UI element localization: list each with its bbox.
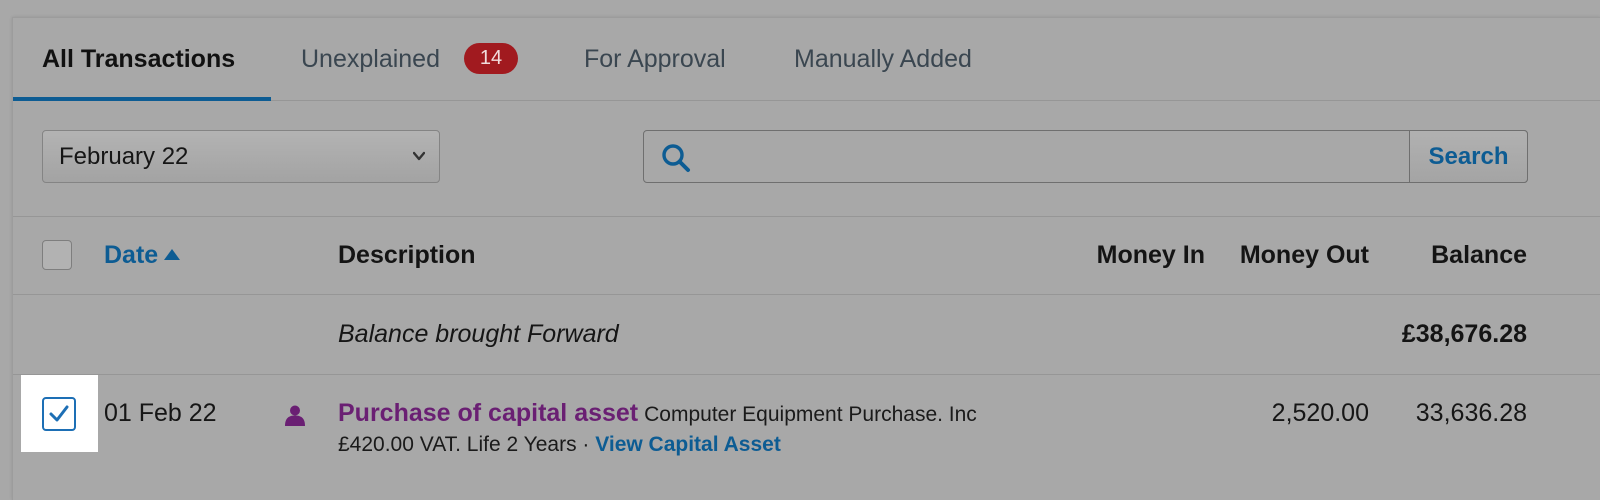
- person-icon: [285, 405, 305, 426]
- search-icon: [662, 144, 690, 172]
- date-column-header[interactable]: Date: [104, 217, 181, 294]
- tab-label: Manually Added: [794, 45, 972, 73]
- sort-ascending-icon: [164, 249, 181, 260]
- date-column-label: Date: [104, 241, 159, 269]
- table-row: 01 Feb 22 Purchase of capital asset Compu…: [13, 375, 1600, 500]
- balance-value: 33,636.28: [1415, 399, 1527, 427]
- tab-label: All Transactions: [42, 45, 236, 73]
- tab-bar: All Transactions Unexplained 14 For Appro…: [13, 18, 1600, 101]
- tab-manually-added[interactable]: Manually Added: [794, 18, 972, 100]
- search-button[interactable]: Search: [1409, 130, 1528, 183]
- table-row-balance-forward: Balance brought Forward £38,676.28: [13, 295, 1600, 375]
- balance-forward-label: Balance brought Forward: [338, 320, 619, 348]
- tab-label: For Approval: [584, 45, 726, 73]
- vat-and-life-text: £420.00 VAT. Life 2 Years ·: [338, 433, 596, 456]
- search-input[interactable]: [704, 137, 1408, 177]
- row-checkbox[interactable]: [42, 397, 76, 431]
- transaction-subline: £420.00 VAT. Life 2 Years · View Capital…: [338, 433, 781, 457]
- month-select[interactable]: February 22: [42, 130, 440, 183]
- money-out-column-header: Money Out: [1239, 241, 1369, 269]
- money-in-column-header: Money In: [1096, 241, 1205, 269]
- row-checkbox-highlight: [21, 375, 98, 452]
- checkmark-icon: [49, 405, 69, 422]
- tab-all-transactions[interactable]: All Transactions: [42, 18, 235, 100]
- filter-bar: February 22 Search: [13, 101, 1600, 217]
- description-column-header: Description: [338, 241, 476, 269]
- select-all-checkbox[interactable]: [42, 240, 72, 270]
- money-out-value: 2,520.00: [1271, 399, 1369, 427]
- table-header: Date Description Money In Money Out Bala…: [13, 217, 1600, 295]
- balance-column-header: Balance: [1431, 241, 1527, 269]
- chevron-down-icon: [413, 151, 425, 161]
- tab-for-approval[interactable]: For Approval: [584, 18, 726, 100]
- transaction-date: 01 Feb 22: [104, 399, 217, 427]
- unexplained-count-badge: 14: [464, 42, 518, 74]
- view-capital-asset-link[interactable]: View Capital Asset: [595, 433, 781, 456]
- explanation-link[interactable]: Purchase of capital asset: [338, 399, 638, 427]
- balance-forward-amount: £38,676.28: [1401, 320, 1527, 348]
- month-select-value: February 22: [59, 143, 189, 170]
- transaction-detail: Computer Equipment Purchase. Inc: [644, 403, 977, 426]
- tab-label: Unexplained: [301, 45, 440, 73]
- tab-unexplained[interactable]: Unexplained 14: [301, 18, 518, 100]
- search-box: Search: [643, 130, 1528, 183]
- transactions-panel: All Transactions Unexplained 14 For Appro…: [12, 17, 1600, 500]
